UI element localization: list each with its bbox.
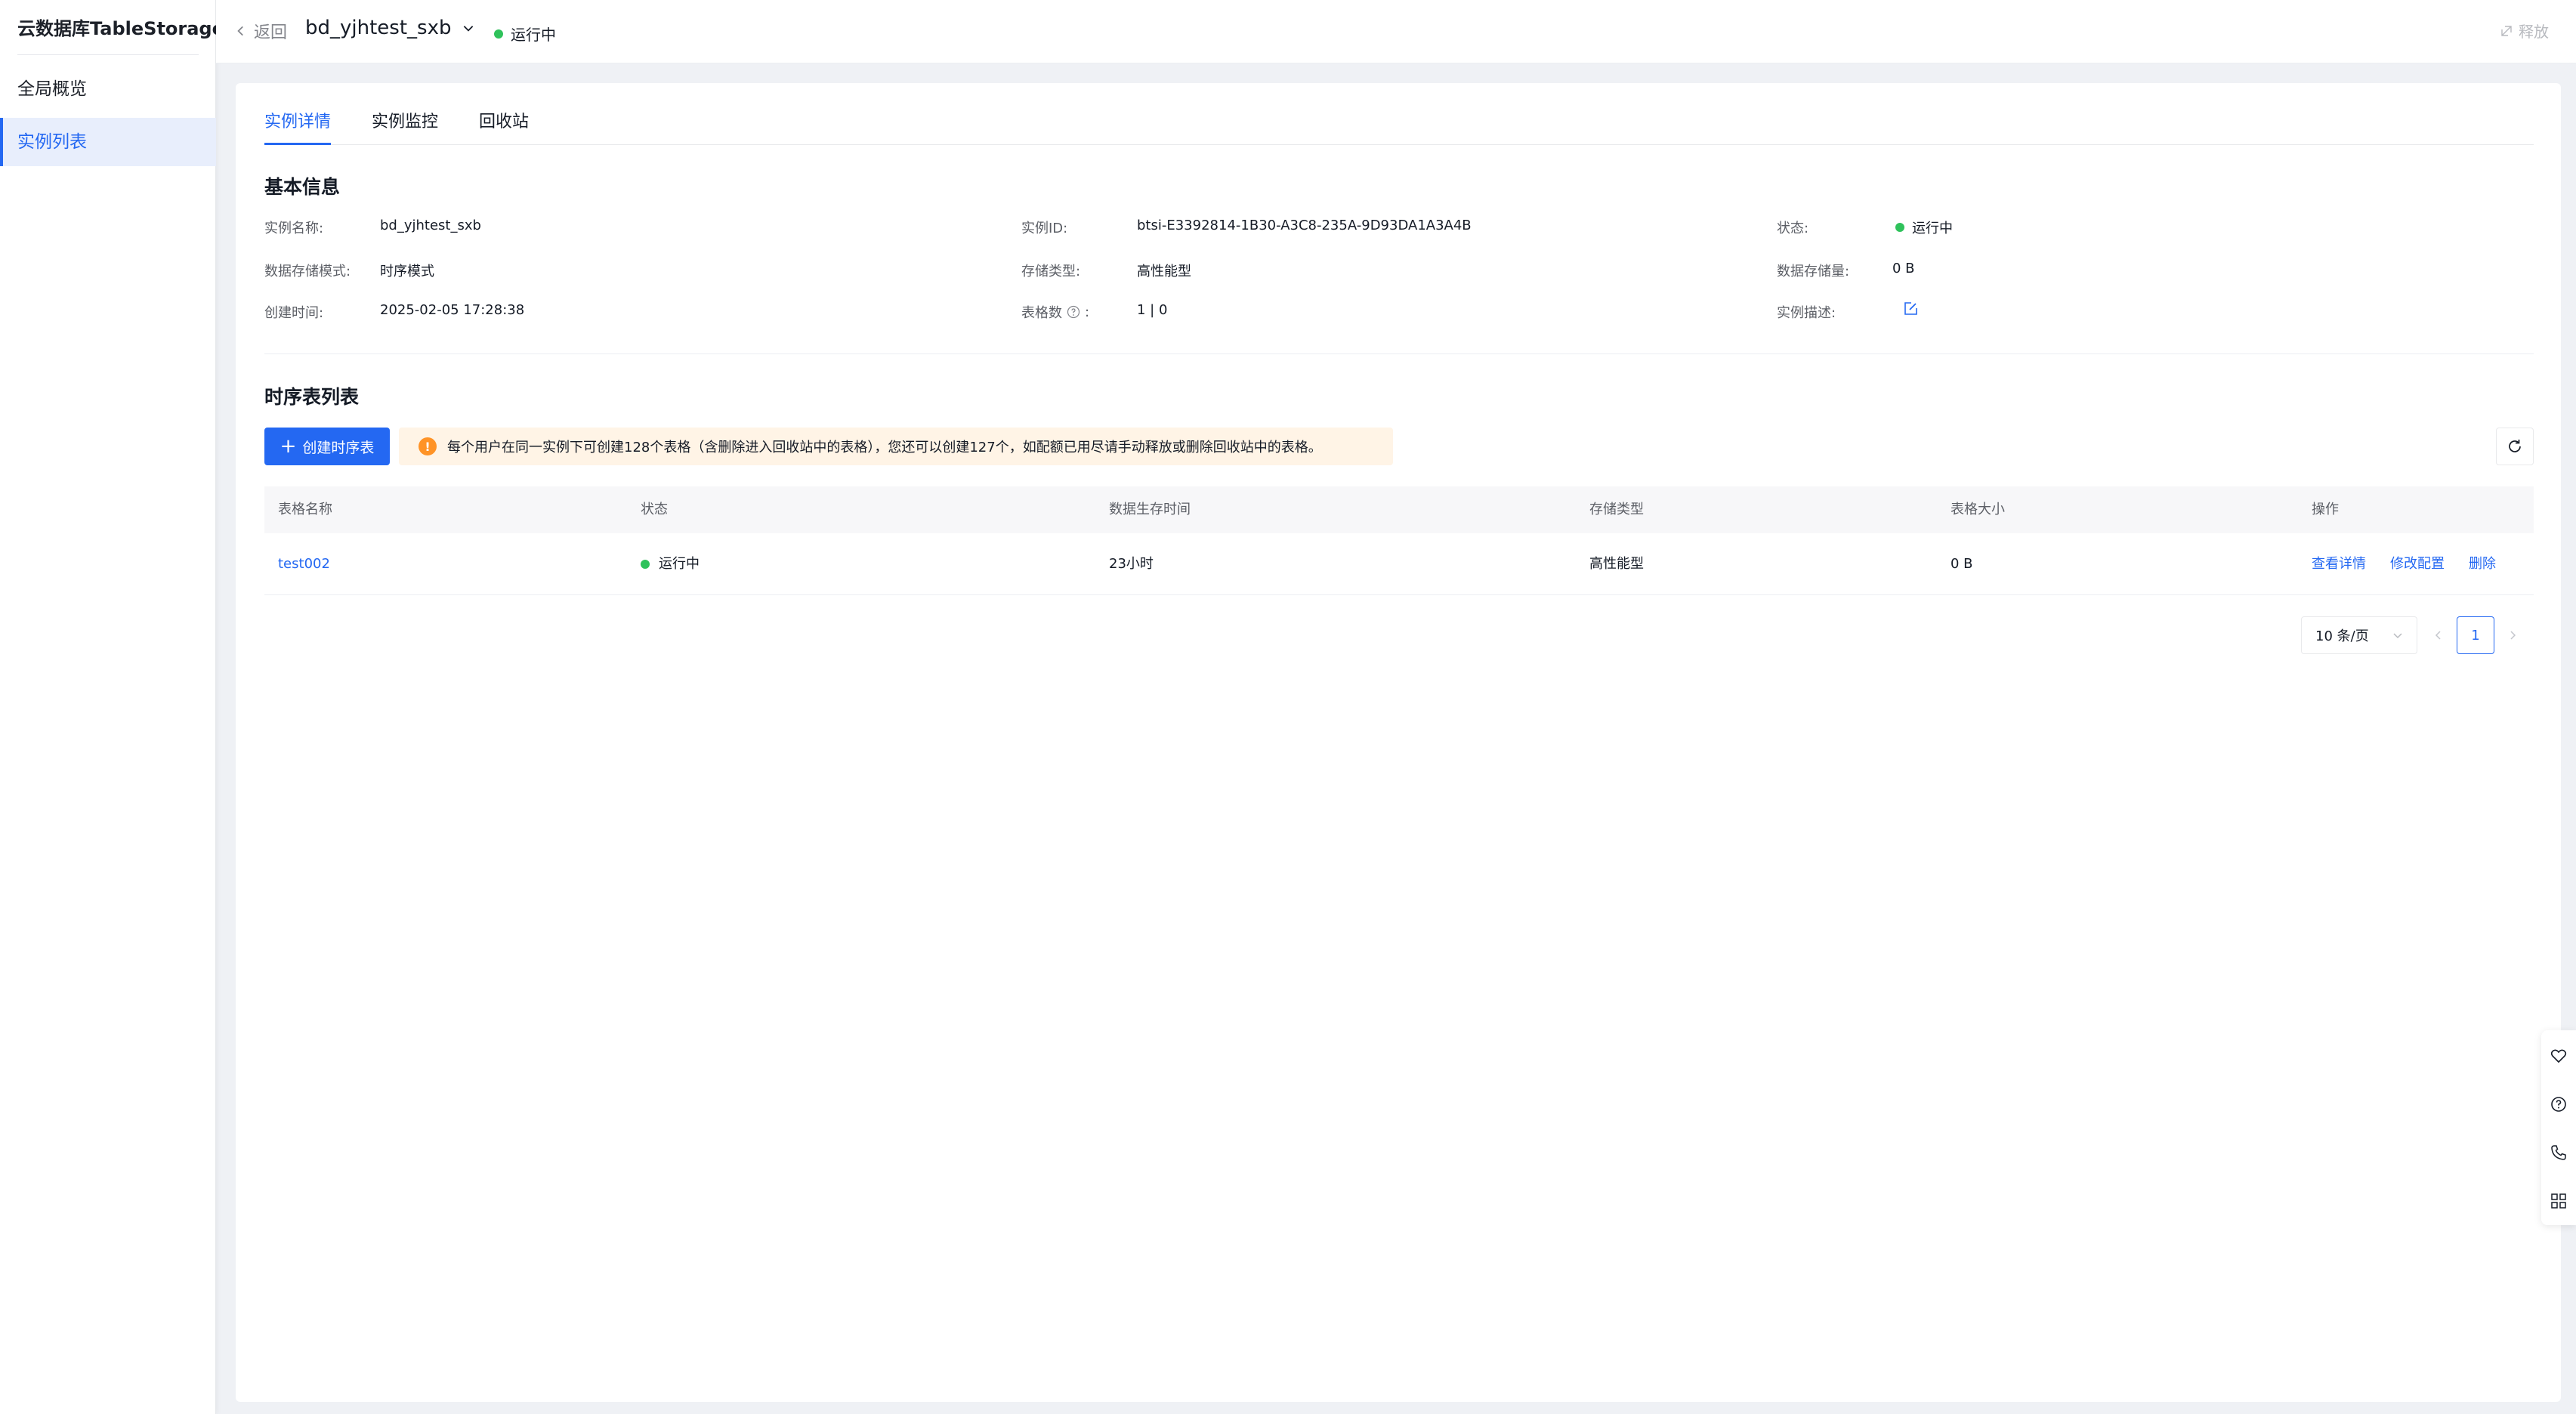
view-detail-link[interactable]: 查看详情 [2312,533,2366,595]
main-card: 实例详情 实例监控 回收站 基本信息 实例名称: bd_yjhtest_sxb … [236,83,2561,1402]
row-status: 运行中 [641,533,700,595]
refresh-icon [2509,440,2521,452]
chevron-left-icon [237,26,243,36]
table-count-value: 1 | 0 [1137,302,1168,318]
sidebar-item-instance-list[interactable]: 实例列表 [0,118,216,166]
column-header-ttl: 数据生存时间 [1109,502,1191,517]
created-time-label: 创建时间: [264,305,324,321]
row-ttl: 23小时 [1109,556,1154,572]
chevron-right-icon [2510,631,2516,640]
instance-name-label: 实例名称: [264,221,324,236]
instance-desc-label: 实例描述: [1777,305,1836,321]
prev-page-button[interactable] [2425,616,2452,654]
quota-notice: ! 每个用户在同一实例下可创建128个表格（含删除进入回收站中的表格），您还可以… [399,428,1393,465]
next-page-button[interactable] [2499,616,2526,654]
warning-icon: ! [419,437,437,455]
tab-bar: 实例详情 实例监控 回收站 [264,112,2534,145]
tab-recycle-bin[interactable]: 回收站 [479,112,529,145]
apps-button[interactable] [2550,1192,2568,1210]
header-status-text: 运行中 [511,26,556,44]
instance-switcher[interactable]: bd_yjhtest_sxb [305,17,475,39]
tab-instance-monitor[interactable]: 实例监控 [372,112,438,145]
storage-mode-label: 数据存储模式: [264,264,351,279]
release-icon [2501,25,2512,36]
instance-desc-value [1901,300,1920,318]
contact-button[interactable] [2550,1144,2568,1162]
storage-type-label: 存储类型: [1021,264,1081,279]
instance-id-value: btsi-E3392814-1B30-A3C8-235A-9D93DA1A3A4… [1137,218,1472,233]
instance-name-heading: bd_yjhtest_sxb [305,17,452,39]
sidebar-item-overview[interactable]: 全局概览 [0,65,216,113]
quota-notice-text: 每个用户在同一实例下可创建128个表格（含删除进入回收站中的表格），您还可以创建… [447,440,1322,455]
instance-id-label: 实例ID: [1021,221,1068,236]
basic-info-title: 基本信息 [264,176,341,198]
page-size-select[interactable]: 10 条/页 [2301,616,2417,654]
storage-type-value: 高性能型 [1137,264,1191,279]
help-center-button[interactable] [2550,1095,2568,1113]
table-row: test002 运行中 23小时 高性能型 0 B 查看详情 修改配置 删除 [264,533,2534,595]
chevron-down-icon [464,26,474,32]
running-dot-icon [1895,223,1904,232]
chevron-down-icon [2393,633,2402,639]
product-title: 云数据库TableStorage [17,18,224,39]
modify-config-link[interactable]: 修改配置 [2390,533,2445,595]
release-button[interactable]: 释放 [2499,20,2549,42]
back-label: 返回 [254,23,288,42]
running-dot-icon [641,560,650,569]
row-status-text: 运行中 [659,556,700,572]
top-header: 返回 bd_yjhtest_sxb 运行中 释放 [216,0,2576,63]
phone-icon [2551,1145,2566,1160]
column-header-status: 状态 [641,502,668,517]
release-label: 释放 [2519,23,2549,41]
status-label: 状态: [1777,221,1809,236]
favorite-button[interactable] [2550,1047,2568,1065]
header-status-badge: 运行中 [494,23,556,45]
table-count-label: 表格数 : [1021,302,1089,322]
edit-icon[interactable] [1901,300,1920,318]
row-storage-type: 高性能型 [1589,556,1644,572]
column-header-actions: 操作 [2312,502,2339,517]
delete-link[interactable]: 删除 [2469,533,2496,595]
status-text: 运行中 [1912,221,1953,236]
status-value: 运行中 [1895,218,1953,237]
create-table-label: 创建时序表 [302,439,375,456]
help-icon[interactable] [1067,305,1080,319]
page-number-1[interactable]: 1 [2457,616,2494,654]
sidebar: 云数据库TableStorage 全局概览 实例列表 [0,0,224,1414]
heart-icon [2550,1049,2567,1064]
refresh-button[interactable] [2496,428,2534,465]
create-table-button[interactable]: + 创建时序表 [264,428,390,465]
plus-icon: + [280,435,297,458]
storage-mode-value: 时序模式 [380,264,434,279]
back-button[interactable]: 返回 [234,19,287,43]
question-icon [2551,1097,2566,1112]
row-size: 0 B [1951,556,1973,572]
created-time-value: 2025-02-05 17:28:38 [380,302,525,318]
chevron-left-icon [2435,631,2441,640]
instance-name-value: bd_yjhtest_sxb [380,218,481,233]
sidebar-divider [17,54,199,55]
column-header-name: 表格名称 [278,502,332,517]
page-size-value: 10 条/页 [2315,628,2369,644]
table-header: 表格名称 状态 数据生存时间 存储类型 表格大小 操作 [264,486,2534,533]
column-header-size: 表格大小 [1951,502,2005,517]
storage-size-value: 0 B [1892,261,1915,276]
storage-size-label: 数据存储量: [1777,264,1850,279]
table-count-label-text: 表格数 [1021,305,1062,321]
grid-icon [2551,1193,2566,1209]
table-name-link[interactable]: test002 [278,533,330,595]
column-header-storage-type: 存储类型 [1589,502,1644,517]
floating-toolbar [2541,1030,2576,1225]
table-section-title: 时序表列表 [264,386,360,408]
running-dot-icon [494,29,503,39]
tab-instance-detail[interactable]: 实例详情 [264,112,332,145]
table-count-colon: : [1085,304,1090,320]
